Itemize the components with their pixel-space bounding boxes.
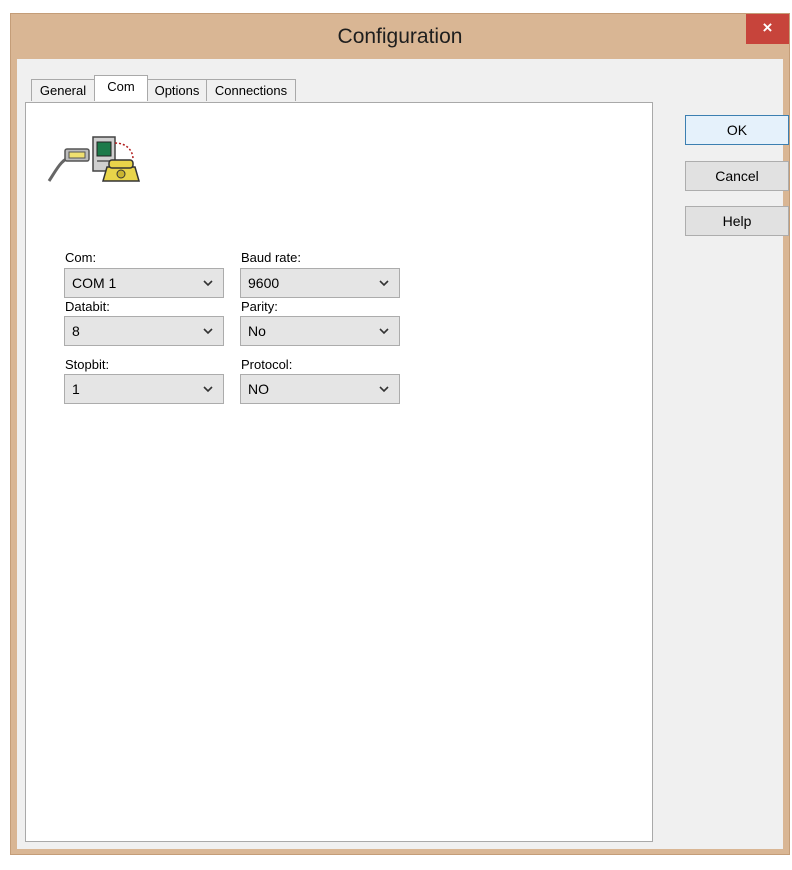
tab-options[interactable]: Options — [147, 79, 207, 101]
tab-general[interactable]: General — [31, 79, 95, 101]
parity-label: Parity: — [241, 299, 278, 314]
baud-rate-value: 9600 — [248, 275, 280, 291]
com-select[interactable]: COM 1 — [64, 268, 224, 298]
window-title: Configuration — [337, 25, 463, 48]
parity-select[interactable]: No — [240, 316, 400, 346]
com-label: Com: — [65, 250, 97, 265]
protocol-value: NO — [248, 381, 269, 397]
chevron-down-icon — [203, 328, 213, 335]
databit-label: Databit: — [65, 299, 110, 314]
chevron-down-icon — [379, 386, 389, 393]
help-button[interactable]: Help — [685, 206, 789, 236]
stopbit-label: Stopbit: — [65, 357, 110, 372]
databit-select[interactable]: 8 — [64, 316, 224, 346]
tab-com[interactable]: Com — [94, 75, 148, 101]
baud-rate-label: Baud rate: — [241, 250, 301, 265]
parity-value: No — [248, 323, 266, 339]
close-icon: × — [762, 18, 773, 37]
dialog-client-area: General Com Options Connections OK Cance… — [17, 59, 789, 849]
chevron-down-icon — [379, 328, 389, 335]
serial-connection-computer-phone-icon — [47, 136, 140, 182]
chevron-down-icon — [379, 280, 389, 287]
stopbit-select[interactable]: 1 — [64, 374, 224, 404]
databit-value: 8 — [72, 323, 80, 339]
stopbit-value: 1 — [72, 381, 80, 397]
protocol-label: Protocol: — [241, 357, 293, 372]
title-bar[interactable]: Configuration × — [11, 14, 789, 59]
baud-rate-select[interactable]: 9600 — [240, 268, 400, 298]
cancel-button[interactable]: Cancel — [685, 161, 789, 191]
com-tab-panel — [25, 102, 653, 842]
chevron-down-icon — [203, 386, 213, 393]
protocol-select[interactable]: NO — [240, 374, 400, 404]
com-value: COM 1 — [72, 275, 117, 291]
chevron-down-icon — [203, 280, 213, 287]
tab-connections[interactable]: Connections — [206, 79, 296, 101]
configuration-window: Configuration × General Com Options Conn… — [10, 13, 790, 855]
ok-button[interactable]: OK — [685, 115, 789, 145]
close-button[interactable]: × — [746, 14, 789, 44]
